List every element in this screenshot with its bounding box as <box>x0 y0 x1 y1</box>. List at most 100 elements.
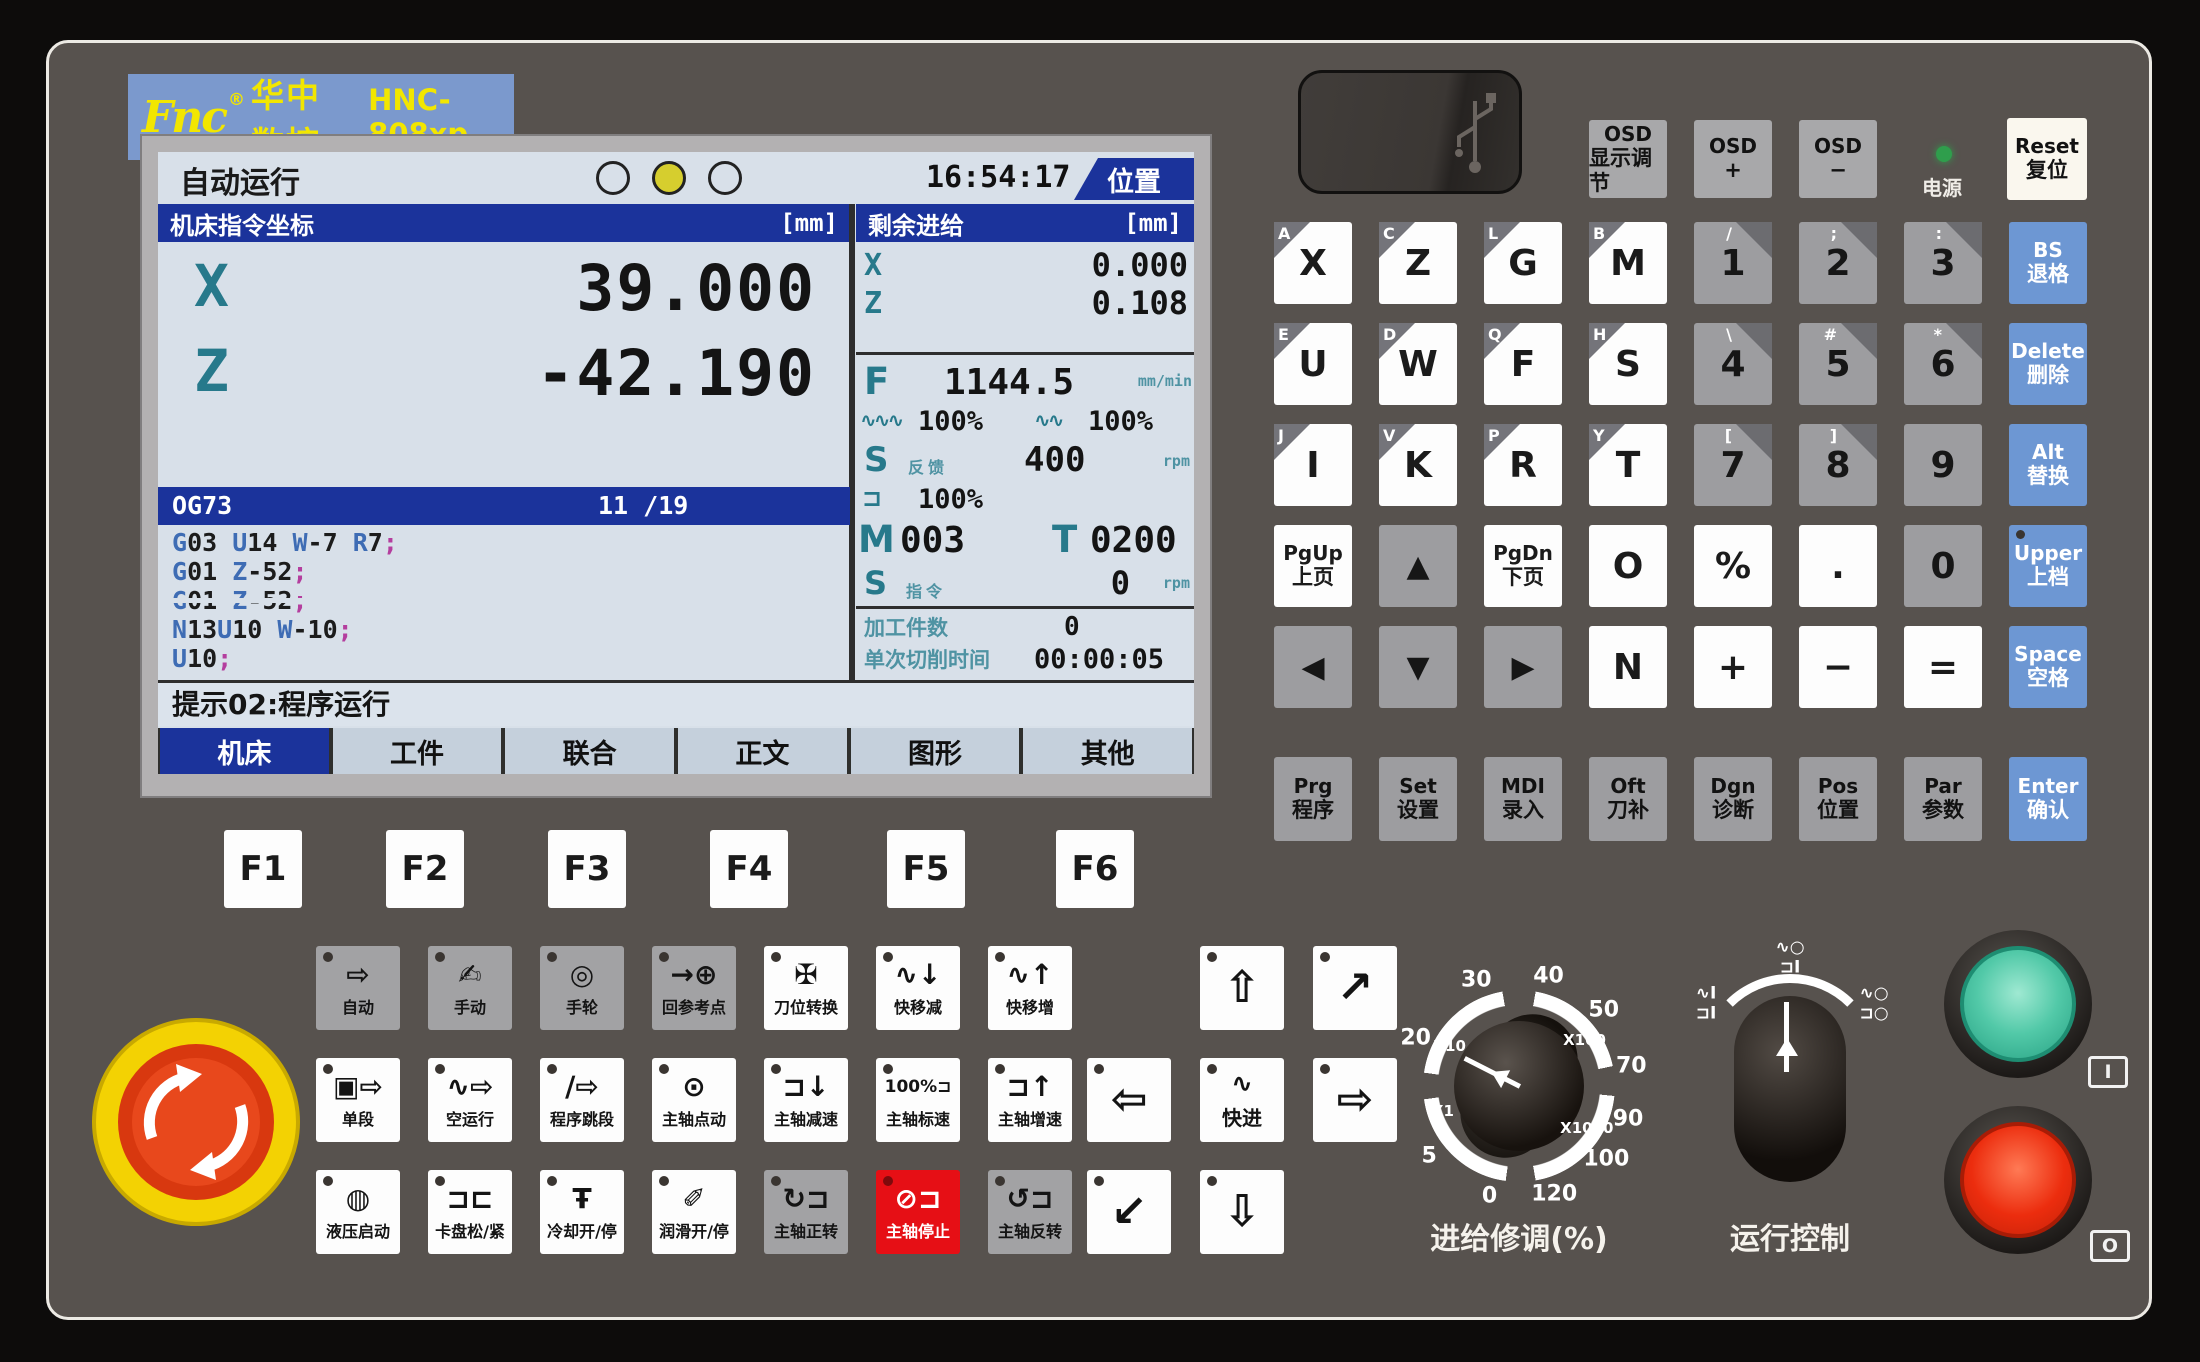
fkey-f1[interactable]: F1 <box>224 830 302 908</box>
reset-key[interactable]: Reset复位 <box>2007 118 2087 200</box>
key-s[interactable]: HS <box>1589 323 1667 405</box>
key-delete[interactable]: Delete删除 <box>2009 323 2087 405</box>
key-cursor-down[interactable]: ▼ <box>1379 626 1457 708</box>
key-9[interactable]: 9 <box>1904 424 1982 506</box>
screen-tab-2[interactable]: 工件 <box>333 728 502 774</box>
usb-port-cover[interactable] <box>1298 70 1522 194</box>
key-6[interactable]: *6 <box>1904 323 1982 405</box>
jog-up-key[interactable]: ⇧ <box>1200 946 1284 1030</box>
key-5[interactable]: #5 <box>1799 323 1877 405</box>
spindle-decrease-key[interactable]: ⊐↓主轴减速 <box>764 1058 848 1142</box>
key-equals[interactable]: = <box>1904 626 1982 708</box>
spindle-stop-key[interactable]: ⊘⊐主轴停止 <box>876 1170 960 1254</box>
rapid-increase-key[interactable]: ∿↑快移增 <box>988 946 1072 1030</box>
fkey-f2[interactable]: F2 <box>386 830 464 908</box>
key-minus[interactable]: − <box>1799 626 1877 708</box>
fkey-f4[interactable]: F4 <box>710 830 788 908</box>
key-i[interactable]: JI <box>1274 424 1352 506</box>
key-1[interactable]: /1 <box>1694 222 1772 304</box>
hydraulic-start-key[interactable]: ◍液压启动 <box>316 1170 400 1254</box>
key-cursor-up[interactable]: ▲ <box>1379 525 1457 607</box>
key-dot[interactable]: . <box>1799 525 1877 607</box>
ref-point-return-key[interactable]: →⊕回参考点 <box>652 946 736 1030</box>
key-pgdn[interactable]: PgDn下页 <box>1484 525 1562 607</box>
key-space[interactable]: Space空格 <box>2009 626 2087 708</box>
jog-right-key[interactable]: ⇨ <box>1313 1058 1397 1142</box>
key-prg-program[interactable]: Prg程序 <box>1274 757 1352 841</box>
osd-plus-key[interactable]: OSD+ <box>1694 120 1772 198</box>
key-u[interactable]: EU <box>1274 323 1352 405</box>
spindle-forward-key[interactable]: ↻⊐主轴正转 <box>764 1170 848 1254</box>
key-4[interactable]: \4 <box>1694 323 1772 405</box>
key-k[interactable]: VK <box>1379 424 1457 506</box>
selector-knob[interactable] <box>1734 996 1846 1182</box>
key-percent[interactable]: % <box>1694 525 1772 607</box>
key-upper[interactable]: Upper上档 <box>2009 525 2087 607</box>
key-f[interactable]: QF <box>1484 323 1562 405</box>
rapid-traverse-key[interactable]: ∿快进 <box>1200 1058 1284 1142</box>
rapid-decrease-key[interactable]: ∿↓快移减 <box>876 946 960 1030</box>
jog-down-left-key[interactable]: ↙ <box>1087 1170 1171 1254</box>
osd-adjust-key[interactable]: OSD显示调节 <box>1589 120 1667 198</box>
fkey-f3[interactable]: F3 <box>548 830 626 908</box>
key-pos-position[interactable]: Pos位置 <box>1799 757 1877 841</box>
key-n[interactable]: N <box>1589 626 1667 708</box>
key-alt[interactable]: Alt替换 <box>2009 424 2087 506</box>
key-mdi-input[interactable]: MDI录入 <box>1484 757 1562 841</box>
spindle-reverse-key[interactable]: ↺⊐主轴反转 <box>988 1170 1072 1254</box>
key-set-settings[interactable]: Set设置 <box>1379 757 1457 841</box>
jog-up-right-key[interactable]: ↗ <box>1313 946 1397 1030</box>
key-backspace[interactable]: BS退格 <box>2009 222 2087 304</box>
chuck-clamp-key[interactable]: ⊐⊏卡盘松/紧 <box>428 1170 512 1254</box>
key-m[interactable]: BM <box>1589 222 1667 304</box>
tool-index-key[interactable]: ✠刀位转换 <box>764 946 848 1030</box>
key-0[interactable]: 0 <box>1904 525 1982 607</box>
dry-run-key[interactable]: ∿⇨空运行 <box>428 1058 512 1142</box>
cycle-stop-button[interactable] <box>1944 1106 2092 1254</box>
key-x[interactable]: AX <box>1274 222 1352 304</box>
key-7[interactable]: [7 <box>1694 424 1772 506</box>
screen-tab-1[interactable]: 机床 <box>160 728 329 774</box>
key-plus[interactable]: + <box>1694 626 1772 708</box>
spindle-100-key[interactable]: 100%⊐主轴标速 <box>876 1058 960 1142</box>
key-oft-tool-offset[interactable]: Oft刀补 <box>1589 757 1667 841</box>
spindle-increase-key[interactable]: ⊐↑主轴增速 <box>988 1058 1072 1142</box>
osd-minus-key[interactable]: OSD− <box>1799 120 1877 198</box>
fkey-f5[interactable]: F5 <box>887 830 965 908</box>
key-dgn-diagnosis[interactable]: Dgn诊断 <box>1694 757 1772 841</box>
key-z[interactable]: CZ <box>1379 222 1457 304</box>
screen-tab-6[interactable]: 其他 <box>1023 728 1192 774</box>
single-block-key[interactable]: ▣⇨单段 <box>316 1058 400 1142</box>
coolant-key[interactable]: Ŧ冷却开/停 <box>540 1170 624 1254</box>
key-2[interactable]: ;2 <box>1799 222 1877 304</box>
key-cursor-left[interactable]: ◀ <box>1274 626 1352 708</box>
key-3[interactable]: :3 <box>1904 222 1982 304</box>
feed-override-dial[interactable]: 05203040507090100120X1X10X100X1000 <box>1389 956 1649 1216</box>
lubrication-key[interactable]: ✐润滑开/停 <box>652 1170 736 1254</box>
emergency-stop-button[interactable] <box>88 1014 304 1230</box>
screen-tab-3[interactable]: 联合 <box>505 728 674 774</box>
screen-tab-5[interactable]: 图形 <box>851 728 1020 774</box>
key-par-parameter[interactable]: Par参数 <box>1904 757 1982 841</box>
key-o[interactable]: O <box>1589 525 1667 607</box>
key-t[interactable]: YT <box>1589 424 1667 506</box>
key-r[interactable]: PR <box>1484 424 1562 506</box>
manual-mode-key[interactable]: ✍手动 <box>428 946 512 1030</box>
auto-mode-key[interactable]: ⇨自动 <box>316 946 400 1030</box>
screen-tab-4[interactable]: 正文 <box>678 728 847 774</box>
key-w[interactable]: DW <box>1379 323 1457 405</box>
key-enter[interactable]: Enter确认 <box>2009 757 2087 841</box>
run-control-selector[interactable]: ∿I⊐I∿○⊐I∿○⊐○ <box>1678 986 1902 1196</box>
jog-down-key[interactable]: ⇩ <box>1200 1170 1284 1254</box>
spindle-jog-key[interactable]: ⊙主轴点动 <box>652 1058 736 1142</box>
fkey-f6[interactable]: F6 <box>1056 830 1134 908</box>
jog-left-key[interactable]: ⇦ <box>1087 1058 1171 1142</box>
key-g[interactable]: LG <box>1484 222 1562 304</box>
key-8[interactable]: ]8 <box>1799 424 1877 506</box>
cycle-start-button[interactable] <box>1944 930 2092 1078</box>
program-line: N13U10 W-10; <box>158 615 850 644</box>
handwheel-mode-key[interactable]: ◎手轮 <box>540 946 624 1030</box>
block-skip-key[interactable]: ∕⇨程序跳段 <box>540 1058 624 1142</box>
key-cursor-right[interactable]: ▶ <box>1484 626 1562 708</box>
key-pgup[interactable]: PgUp上页 <box>1274 525 1352 607</box>
